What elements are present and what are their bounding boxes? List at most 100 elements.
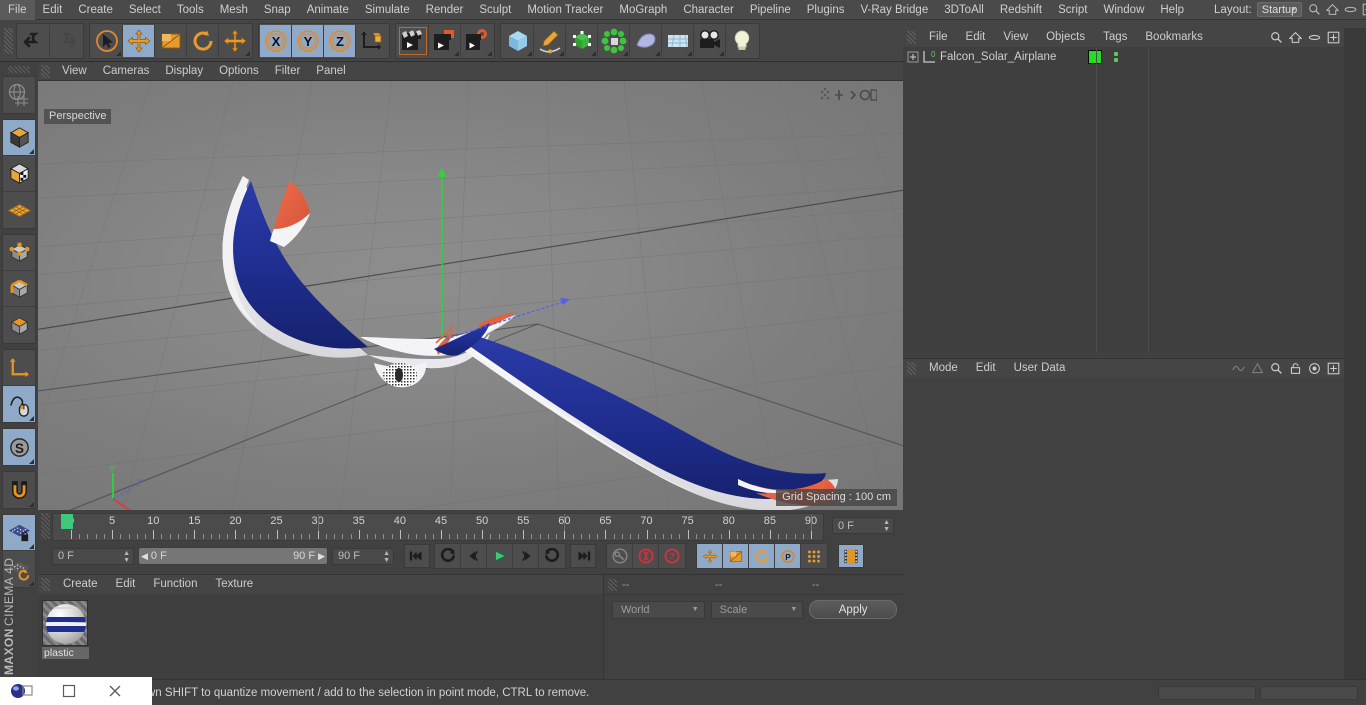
y-axis-icon[interactable]: Y [292,24,324,57]
z-axis-icon[interactable]: Z [324,24,356,57]
menu-pipeline[interactable]: Pipeline [742,0,799,20]
object-row[interactable]: 0 Falcon_Solar_Airplane [903,47,1344,66]
object-tree[interactable]: 0 Falcon_Solar_Airplane [903,47,1344,353]
material-thumbnail[interactable] [42,600,88,646]
menu-create[interactable]: Create [70,0,121,20]
material-menu-function[interactable]: Function [144,575,206,594]
array-icon[interactable] [598,24,630,57]
environment-icon[interactable] [662,24,694,57]
objects-menu-file[interactable]: File [920,28,957,47]
lock-icon[interactable] [1289,362,1302,375]
spline-pen-icon[interactable] [534,24,566,57]
move-icon[interactable] [123,24,155,57]
menu-3dtoall[interactable]: 3DToAll [936,0,992,20]
model-mode-icon[interactable] [3,120,35,156]
step-back-frame-icon[interactable] [461,544,487,568]
spinner-arrows-icon[interactable]: ▲ ▼ [883,519,890,533]
left-toolbar-grip[interactable] [8,66,30,73]
home-icon[interactable] [1289,31,1302,44]
record-key-icon[interactable] [607,544,633,568]
objects-menu-objects[interactable]: Objects [1037,28,1094,47]
spinner-arrows-icon[interactable]: ▲ ▼ [123,550,130,564]
attributes-menu-user-data[interactable]: User Data [1005,359,1075,378]
menu-window[interactable]: Window [1095,0,1152,20]
live-selection-icon[interactable] [91,24,123,57]
key-pla-icon[interactable]: P [775,544,801,568]
edge-mode-icon[interactable] [3,271,35,307]
frame-field-left[interactable]: 0 F ▲ ▼ [52,547,134,565]
material-list[interactable]: plastic [38,594,603,680]
viewport-menu-options[interactable]: Options [211,62,267,81]
objects-menu-tags[interactable]: Tags [1094,28,1136,47]
texture-mode-icon[interactable] [3,156,35,192]
step-back-keyframe-icon[interactable] [435,544,461,568]
undo-icon[interactable] [18,24,50,57]
menu-sculpt[interactable]: Sculpt [471,0,519,20]
magnet-icon[interactable] [3,472,35,508]
coordinate-system-dropdown[interactable]: World ▼ [612,600,705,619]
objects-menu-view[interactable]: View [994,28,1037,47]
objects-menu-edit[interactable]: Edit [957,28,995,47]
visibility-dots[interactable] [1114,51,1119,62]
go-to-start-icon[interactable] [404,544,430,568]
menu-simulate[interactable]: Simulate [357,0,418,20]
attributes-menu-mode[interactable]: Mode [920,359,967,378]
capsule-icon[interactable] [1344,3,1357,16]
menu-file[interactable]: File [0,0,35,20]
polygon-grid-icon[interactable] [3,192,35,228]
render-picture-viewer-icon[interactable] [429,24,461,57]
menu-animate[interactable]: Animate [299,0,357,20]
minimize-icon[interactable] [46,677,92,705]
capsule-icon[interactable] [1308,31,1321,44]
menu-mograph[interactable]: MoGraph [611,0,675,20]
search-icon[interactable] [1270,31,1283,44]
material-grip[interactable] [41,578,50,591]
target-icon[interactable] [1308,362,1321,375]
coordinates-grip[interactable] [608,578,617,591]
menu-help[interactable]: Help [1152,0,1192,20]
viewport-menu-panel[interactable]: Panel [308,62,353,81]
viewport-menu-display[interactable]: Display [157,62,211,81]
material-menu-edit[interactable]: Edit [107,575,145,594]
attribute-manager-grip[interactable] [907,362,916,375]
object-axis-icon[interactable] [3,350,35,386]
generator-icon[interactable] [566,24,598,57]
key-position-icon[interactable] [697,544,723,568]
x-axis-icon[interactable]: X [260,24,292,57]
close-icon[interactable] [92,677,138,705]
search-icon[interactable] [1308,3,1321,16]
menu-snap[interactable]: Snap [256,0,299,20]
menu-script[interactable]: Script [1050,0,1095,20]
expand-plus-icon[interactable] [907,51,919,63]
viewport-solo-icon[interactable] [3,386,35,422]
menu-edit[interactable]: Edit [35,0,71,20]
viewport-menu-cameras[interactable]: Cameras [95,62,158,81]
render-view-icon[interactable] [397,24,429,57]
apply-button[interactable]: Apply [809,600,897,619]
keyframe-selection-icon[interactable]: ? [659,544,685,568]
light-icon[interactable] [726,24,758,57]
end-frame-field[interactable]: 90 F ▲ ▼ [332,547,394,565]
autokey-icon[interactable] [633,544,659,568]
timeline-ruler[interactable]: 051015202530354045505560657075808590 [52,513,824,541]
rotate-icon[interactable] [187,24,219,57]
timeline-filmstrip-icon[interactable] [838,544,864,568]
plus-box-icon[interactable] [1327,362,1340,375]
workplane-lock-icon[interactable] [3,515,35,551]
toolbar-grip[interactable] [4,27,13,54]
menu-v-ray-bridge[interactable]: V-Ray Bridge [852,0,936,20]
make-editable-icon[interactable] [3,77,35,113]
go-to-end-icon[interactable] [570,544,596,568]
viewport-3d[interactable]: Y Z X Perspective Grid Spacing : 100 cm [38,81,903,510]
object-manager-grip[interactable] [907,31,916,44]
step-forward-keyframe-icon[interactable] [539,544,565,568]
menu-redshift[interactable]: Redshift [992,0,1050,20]
range-left-arrow-icon[interactable]: ◀ [141,551,148,562]
home-icon[interactable] [1326,3,1340,16]
coordinate-mode-dropdown[interactable]: Scale ▼ [710,600,804,619]
wave-icon[interactable] [1232,362,1245,375]
range-right-arrow-icon[interactable]: ▶ [318,551,325,562]
menu-mesh[interactable]: Mesh [212,0,256,20]
menu-select[interactable]: Select [121,0,169,20]
objects-menu-bookmarks[interactable]: Bookmarks [1136,28,1212,47]
